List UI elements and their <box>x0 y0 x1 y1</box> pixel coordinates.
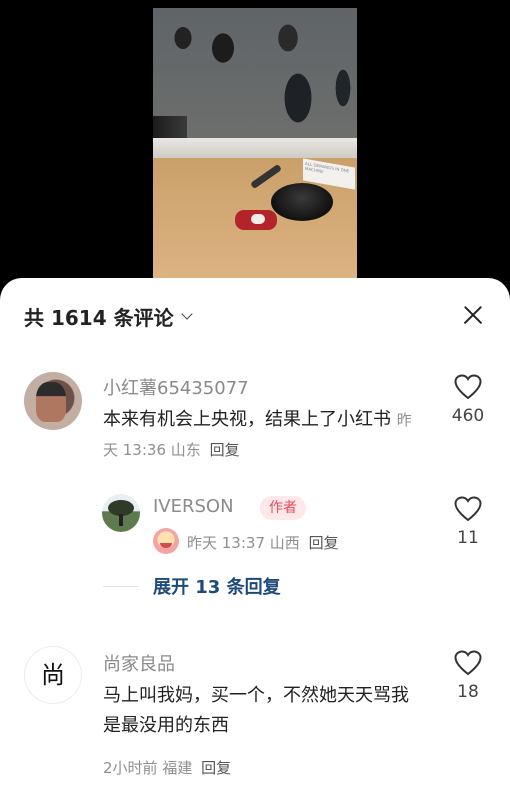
like-count: 11 <box>457 528 479 548</box>
comment-location: 福建 <box>162 759 193 777</box>
like-button[interactable]: 460 <box>448 374 488 426</box>
toy-sock <box>235 210 277 230</box>
avatar[interactable]: 尚 <box>24 646 82 704</box>
avatar[interactable] <box>102 494 140 532</box>
author-badge: 作者 <box>260 496 306 520</box>
comments-count-title: 共 1614 条评论 <box>24 305 174 330</box>
avatar-logo: 尚 <box>41 661 65 689</box>
emoji-sticker <box>153 528 179 554</box>
comment-text[interactable]: 马上叫我妈，买一个，不然她天天骂我是最没用的东西 <box>103 681 423 741</box>
robot-vacuum <box>271 183 333 221</box>
reply-button[interactable]: 回复 <box>210 441 240 459</box>
comment-username[interactable]: 小红薯65435077 <box>103 374 249 400</box>
reply-time: 昨天 13:37 <box>187 534 265 552</box>
reply-button[interactable]: 回复 <box>309 534 339 552</box>
comment-meta: 2小时前 福建 回复 <box>103 757 231 778</box>
like-count: 18 <box>457 682 479 702</box>
heart-icon <box>454 374 482 400</box>
comments-header[interactable]: 共 1614 条评论 <box>24 302 193 330</box>
heart-icon <box>454 496 482 522</box>
like-button[interactable]: 18 <box>448 650 488 702</box>
comments-sheet: 共 1614 条评论 小红薯65435077 本来有机会上央视，结果上了小红书 … <box>0 278 510 798</box>
reply-location: 山西 <box>269 534 300 552</box>
video-player[interactable]: ALL DEMANDS IN ONE MACHINE <box>153 8 357 278</box>
like-count: 460 <box>451 406 485 426</box>
comment-text-content: 马上叫我妈，买一个，不然她天天骂我是最没用的东西 <box>103 685 409 736</box>
reply-meta: 昨天 13:37 山西 回复 <box>187 532 339 553</box>
avatar[interactable] <box>24 372 82 430</box>
expand-replies-label: 展开 13 条回复 <box>153 577 281 598</box>
reply-button[interactable]: 回复 <box>201 759 231 777</box>
close-icon[interactable] <box>458 300 488 330</box>
comment-text[interactable]: 本来有机会上央视，结果上了小红书 昨天 13:36 山东 回复 <box>103 405 423 465</box>
expand-replies-button[interactable]: 展开 13 条回复 <box>103 574 281 598</box>
video-counter <box>153 138 357 158</box>
chevron-down-icon[interactable] <box>180 308 193 320</box>
reply-username[interactable]: IVERSON <box>153 496 234 517</box>
avatar-person <box>119 514 123 526</box>
comment-username[interactable]: 尚家良品 <box>103 650 175 676</box>
heart-icon <box>454 650 482 676</box>
comment-location: 山东 <box>170 441 201 459</box>
comment-time: 2小时前 <box>103 759 158 777</box>
comment-text-content: 本来有机会上央视，结果上了小红书 <box>103 409 391 430</box>
like-button[interactable]: 11 <box>448 496 488 548</box>
avatar-figure <box>36 382 66 422</box>
divider-line <box>103 585 139 587</box>
